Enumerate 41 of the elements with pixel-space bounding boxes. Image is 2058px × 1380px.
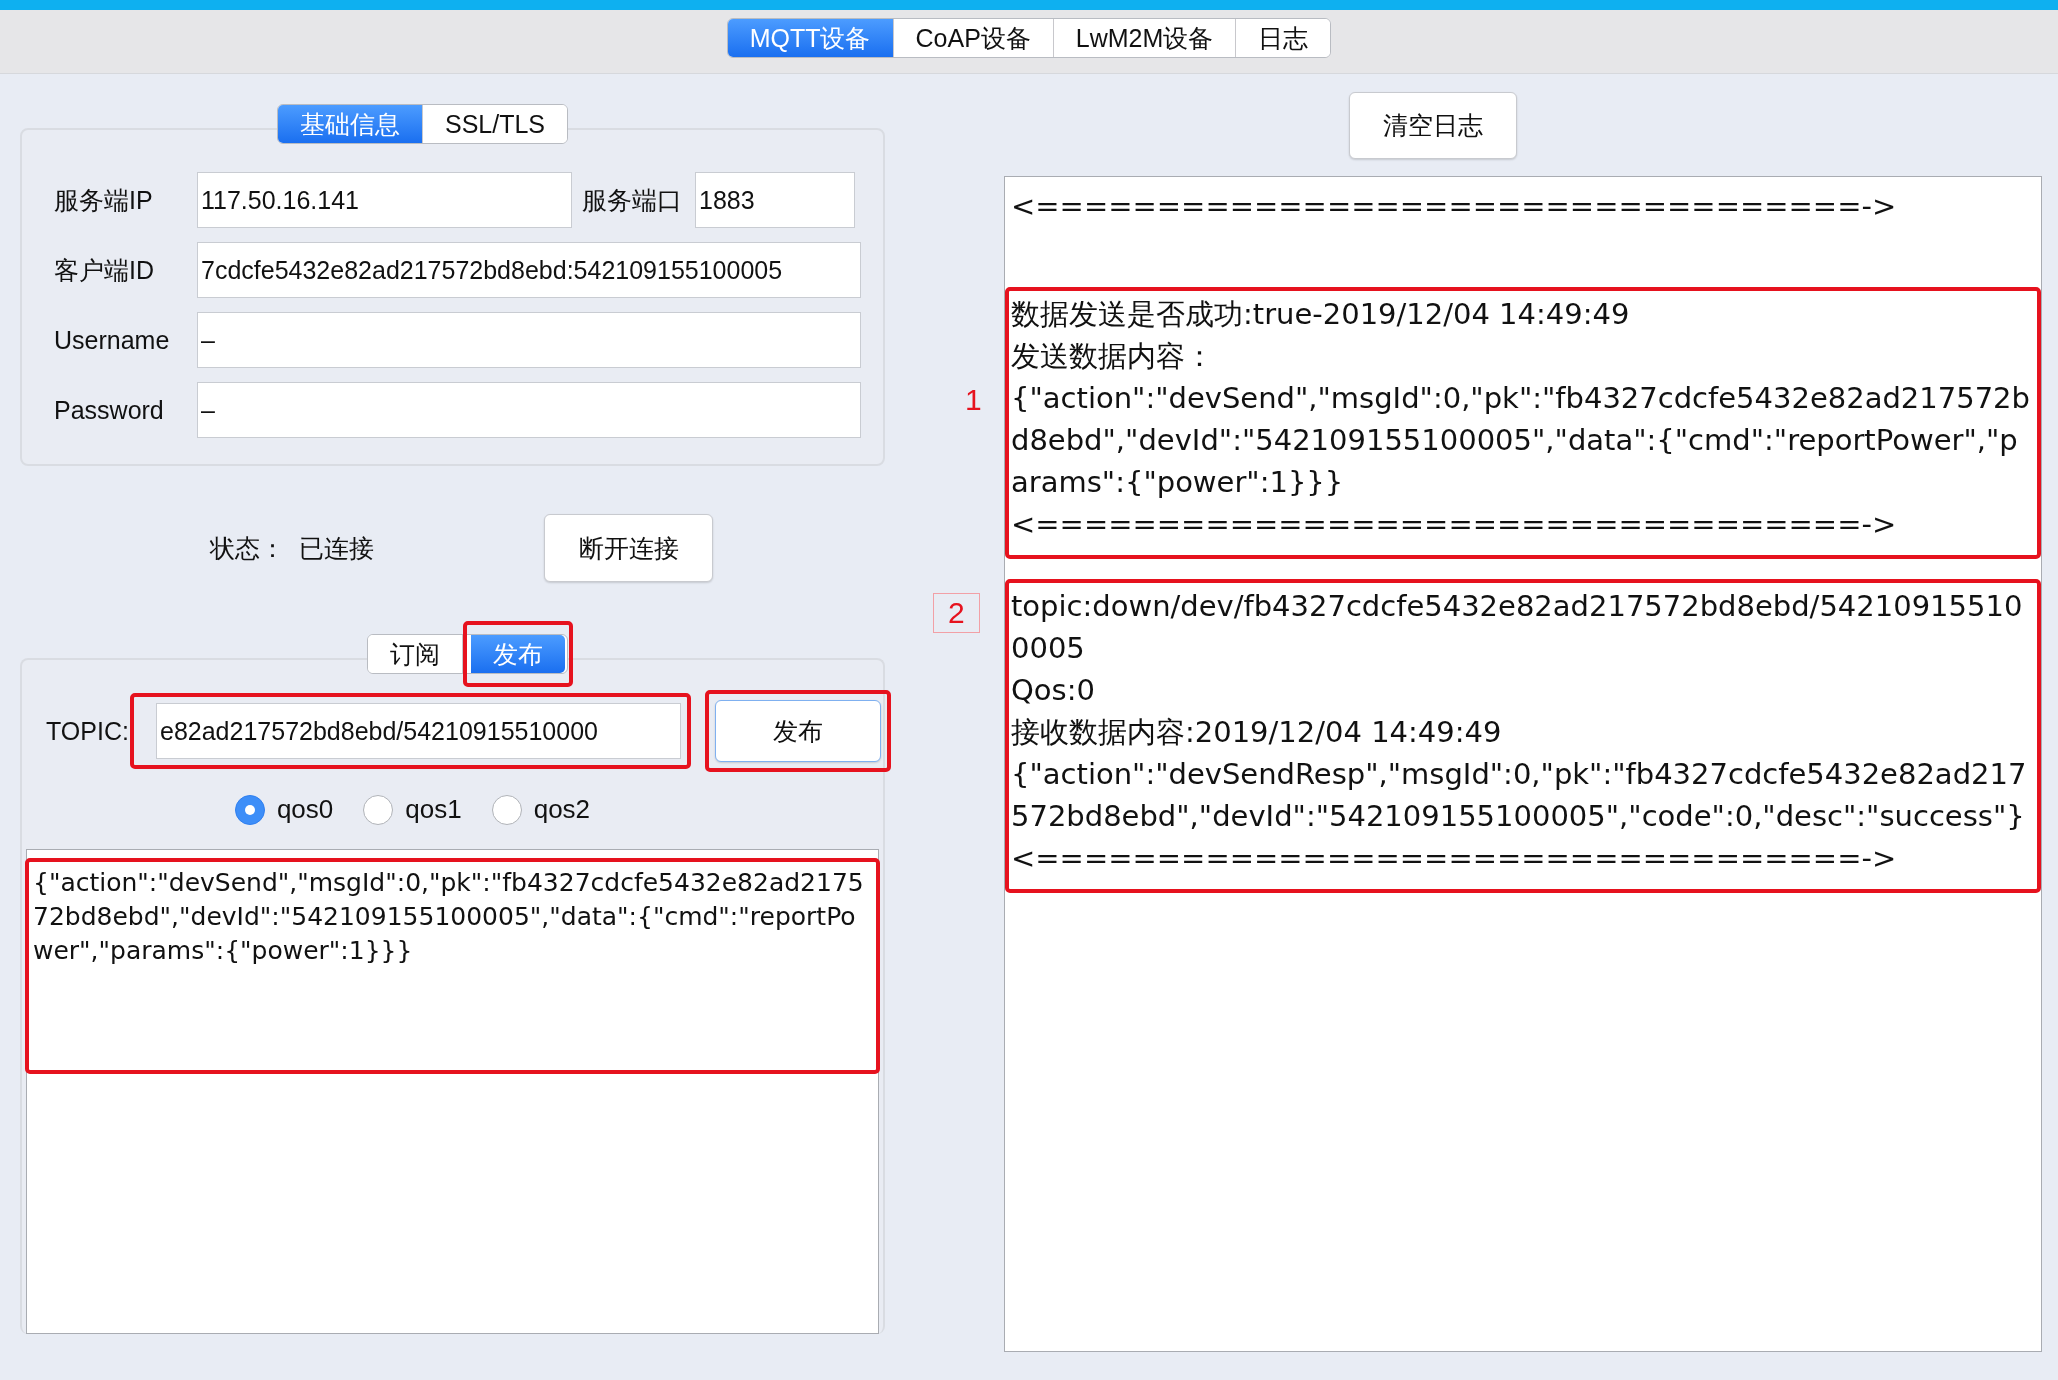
status-value: 已连接	[299, 532, 374, 564]
field-label: 服务端IP	[53, 184, 154, 216]
radio-button[interactable]	[491, 794, 522, 825]
log-line: {"action":"devSendResp","msgId":0,"pk":"fb4327cdcfe5432e82ad217572bd8ebd","devId":"542109155100005","code":0,"desc":"success"}	[1011, 756, 2028, 835]
clear-log-button[interactable]: 清空日志	[1349, 92, 1517, 159]
annotation-number: 2	[933, 593, 980, 633]
field-label: 客户端ID	[53, 254, 155, 286]
radio-button[interactable]	[234, 794, 265, 825]
tab[interactable]: 发布	[471, 635, 565, 673]
field-label: 服务端口	[581, 184, 683, 216]
radio-label: qos1	[405, 794, 462, 825]
password-field[interactable]: –	[197, 382, 861, 438]
radio-label: qos0	[276, 794, 334, 825]
payload-field[interactable]: {"action":"devSend","msgId":0,"pk":"fb4327cdcfe5432e82ad217572bd8ebd","devId":"542109155100005","data":{"cmd":"reportPower","params":{"power":1}}}	[26, 849, 879, 1334]
topic-label: TOPIC:	[45, 716, 126, 746]
client-id-field[interactable]: 7cdcfe5432e82ad217572bd8ebd:542109155100005	[197, 242, 861, 298]
log-line: 接收数据内容:2019/12/04 14:49:49	[1011, 714, 1503, 751]
radio-button[interactable]	[363, 794, 394, 825]
log-line: 数据发送是否成功:true-2019/12/04 14:49:49	[1011, 296, 1631, 333]
port-field[interactable]: 1883	[695, 172, 855, 228]
log-line: topic:down/dev/fb4327cdcfe5432e82ad217572bd8ebd/542109155100005	[1011, 588, 2024, 667]
log-line: <==================================->	[1011, 506, 1898, 543]
tab[interactable]: 订阅	[368, 635, 463, 673]
payload-text: {"action":"devSend","msgId":0,"pk":"fb4327cdcfe5432e82ad217572bd8ebd","devId":"542109155100005","data":{"cmd":"reportPower","params":{"power":1}}}	[32, 867, 865, 967]
log-line: <==================================->	[1011, 188, 1898, 225]
status-label: 状态：	[210, 532, 285, 564]
username-field[interactable]: –	[197, 312, 861, 368]
field-label: Password	[53, 395, 165, 425]
tab[interactable]: 基础信息	[277, 105, 423, 143]
annotation-number: 1	[964, 382, 983, 418]
publish-button[interactable]: 发布	[715, 700, 881, 762]
log-line: <==================================->	[1011, 840, 1898, 877]
log-line: 发送数据内容：	[1011, 338, 1215, 375]
topic-field[interactable]: e82ad217572bd8ebd/54210915510000	[156, 703, 681, 759]
ip-field[interactable]: 117.50.16.141	[197, 172, 572, 228]
log-line: Qos:0	[1011, 672, 1096, 709]
log-line: {"action":"devSend","msgId":0,"pk":"fb4327cdcfe5432e82ad217572bd8ebd","devId":"542109155100005","data":{"cmd":"reportPower","params":{"power":1}}}	[1011, 380, 2031, 501]
radio-label: qos2	[533, 794, 591, 825]
disconnect-button[interactable]: 断开连接	[544, 514, 713, 582]
tab[interactable]: MQTT设备	[727, 19, 894, 57]
field-label: Username	[53, 325, 171, 355]
